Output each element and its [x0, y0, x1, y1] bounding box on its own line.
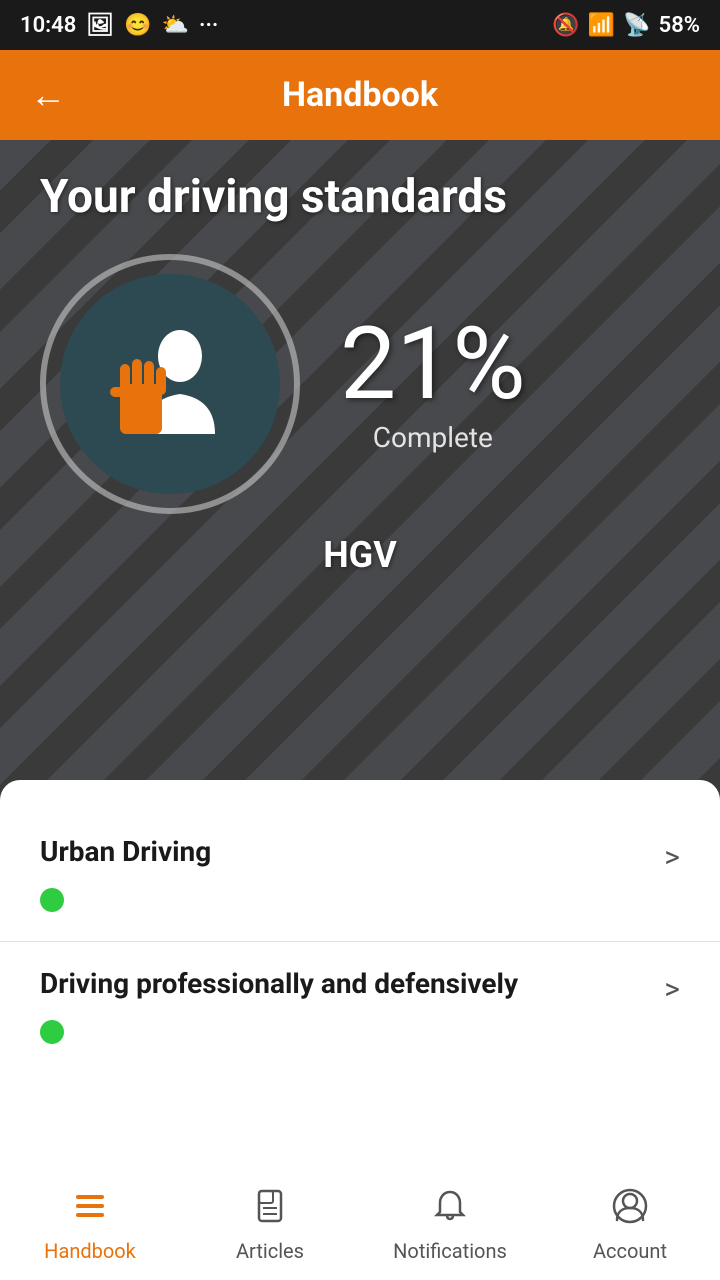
nav-item-handbook[interactable]: Handbook	[0, 1188, 180, 1263]
battery-display: 58%	[659, 13, 700, 38]
status-bar-left: 10:48 🖼 😊 ⛅ ···	[20, 13, 218, 38]
category-label: HGV	[40, 534, 680, 576]
list-icon	[72, 1188, 108, 1233]
hero-content: Your driving standards	[0, 140, 720, 576]
nav-label-handbook: Handbook	[44, 1239, 136, 1263]
gallery-icon: 🖼	[86, 13, 114, 38]
more-icon: ···	[199, 13, 218, 38]
weather-icon: ⛅	[162, 13, 189, 38]
app-header: ← Handbook	[0, 50, 720, 140]
nav-item-articles[interactable]: Articles	[180, 1188, 360, 1263]
page-title: Handbook	[282, 75, 438, 115]
chevron-right-icon: >	[664, 840, 680, 875]
list-item[interactable]: Driving professionally and defensively >	[0, 942, 720, 1073]
user-icon	[612, 1188, 648, 1233]
signal-icon: 📡	[623, 13, 650, 38]
bottom-navigation: Handbook Articles Notifications	[0, 1170, 720, 1280]
driver-svg-icon	[90, 304, 250, 464]
nav-label-notifications: Notifications	[393, 1239, 507, 1263]
status-bar-right: 🔕 📶 📡 58%	[552, 13, 700, 38]
emoji-icon: 😊	[124, 13, 151, 38]
mute-icon: 🔕	[552, 13, 579, 38]
percentage-block: 21% Complete	[340, 315, 526, 454]
wifi-icon: 📶	[588, 13, 615, 38]
status-dot-active	[40, 1020, 64, 1044]
nav-item-notifications[interactable]: Notifications	[360, 1188, 540, 1263]
bell-icon	[432, 1188, 468, 1233]
complete-label: Complete	[340, 421, 526, 454]
list-item[interactable]: Urban Driving >	[0, 810, 720, 942]
nav-label-articles: Articles	[236, 1239, 304, 1263]
list-item-title: Driving professionally and defensively	[40, 967, 518, 1000]
content-card: Urban Driving > Driving professionally a…	[0, 780, 720, 1180]
percentage-number: 21%	[340, 315, 526, 415]
file-icon	[252, 1188, 288, 1233]
hero-title: Your driving standards	[40, 170, 680, 224]
list-item-header: Urban Driving >	[40, 835, 680, 880]
driver-icon-inner-circle	[60, 274, 280, 494]
chevron-right-icon: >	[664, 972, 680, 1007]
time-display: 10:48	[20, 13, 76, 38]
list-item-header: Driving professionally and defensively >	[40, 967, 680, 1012]
status-dot-active	[40, 888, 64, 912]
nav-item-account[interactable]: Account	[540, 1188, 720, 1263]
nav-label-account: Account	[593, 1239, 667, 1263]
list-item-title: Urban Driving	[40, 835, 211, 868]
driver-icon-outer-circle	[40, 254, 300, 514]
status-bar: 10:48 🖼 😊 ⛅ ··· 🔕 📶 📡 58%	[0, 0, 720, 50]
hero-section: Your driving standards	[0, 140, 720, 800]
hero-middle: 21% Complete	[40, 254, 680, 514]
back-button[interactable]: ←	[30, 74, 66, 116]
